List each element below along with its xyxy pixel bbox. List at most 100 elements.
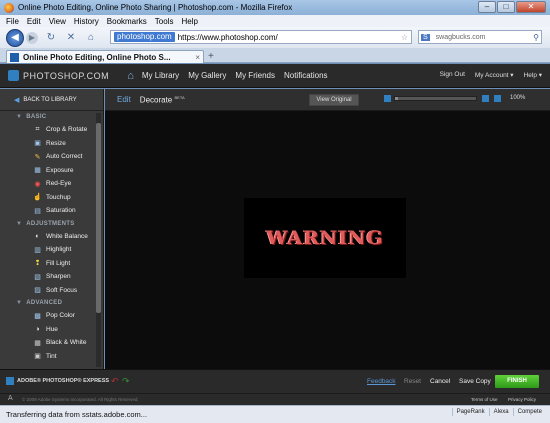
tab-decorate[interactable]: Decorate BETA [140, 95, 185, 105]
app-header: PHOTOSHOP.COM ⌂ My Library My Gallery My… [0, 64, 550, 88]
tool-saturation[interactable]: ▤ Saturation [0, 204, 103, 218]
tool-black-white[interactable]: ▦ Black & White [0, 336, 103, 350]
tool-label: White Balance [46, 232, 88, 240]
sidebar-scrollbar[interactable] [96, 113, 101, 367]
tool-auto-correct[interactable]: ✎ Auto Correct [0, 150, 103, 164]
alexa-addon[interactable]: Alexa [488, 408, 513, 416]
nav-my-gallery[interactable]: My Gallery [188, 71, 226, 80]
forward-button[interactable]: ▶ [26, 31, 38, 44]
url-bar[interactable]: photoshop.com https://www.photoshop.com/… [110, 30, 412, 44]
compete-addon[interactable]: Compete [512, 408, 546, 416]
home-icon[interactable]: ⌂ [127, 70, 134, 82]
menu-file[interactable]: File [6, 17, 19, 26]
tool-red-eye[interactable]: ◉ Red-Eye [0, 177, 103, 191]
close-button[interactable]: ✕ [516, 1, 546, 13]
section-header-adjustments[interactable]: ▼ ADJUSTMENTS [0, 218, 103, 230]
bookmark-star-icon[interactable]: ☆ [401, 33, 408, 42]
pagerank-addon[interactable]: PageRank [451, 408, 489, 416]
terms-link[interactable]: Terms of Use [471, 397, 498, 402]
redo-icon[interactable]: ↷ [122, 376, 130, 387]
photoshop-logo-icon [8, 70, 19, 81]
view-original-button[interactable]: View Original [309, 94, 359, 106]
tab-edit[interactable]: Edit [117, 95, 131, 104]
maximize-button[interactable]: □ [497, 1, 515, 13]
tool-label: Hue [46, 325, 58, 333]
browser-tab[interactable]: Online Photo Editing, Online Photo S... … [6, 50, 204, 63]
tool-highlight[interactable]: ▥ Highlight [0, 243, 103, 257]
tool-soft-focus[interactable]: ▨ Soft Focus [0, 284, 103, 298]
status-bar: Transferring data from sstats.adobe.com.… [0, 405, 550, 423]
menu-history[interactable]: History [74, 17, 99, 26]
tab-strip: Online Photo Editing, Online Photo S... … [0, 48, 550, 63]
tool-hue[interactable]: ◑ Hue [0, 323, 103, 337]
back-to-library-button[interactable]: ◀ BACK TO LIBRARY [0, 89, 103, 111]
back-button[interactable]: ◀ [6, 28, 24, 47]
tab-close-icon[interactable]: × [195, 53, 200, 62]
photo-image[interactable]: WARNING [244, 198, 406, 278]
photo-canvas[interactable]: WARNING [105, 111, 550, 369]
tool-sharpen[interactable]: ▧ Sharpen [0, 270, 103, 284]
menu-help[interactable]: Help [181, 17, 197, 26]
saturation-icon: ▤ [34, 207, 41, 215]
zoom-fit-icon[interactable] [494, 95, 501, 102]
site-identity[interactable]: photoshop.com [114, 32, 175, 42]
tool-label: Saturation [46, 207, 76, 215]
new-tab-icon[interactable]: + [208, 51, 214, 62]
tool-exposure[interactable]: ▦ Exposure [0, 164, 103, 178]
touchup-icon: ☝ [33, 194, 42, 202]
zoom-level: 100% [510, 95, 526, 101]
tool-white-balance[interactable]: ◐ White Balance [0, 230, 103, 244]
save-copy-button[interactable]: Save Copy [459, 378, 491, 385]
fill-light-icon: ❢ [34, 260, 41, 268]
section-header-basic[interactable]: ▼ BASIC [0, 111, 103, 123]
zoom-out-icon[interactable] [384, 95, 391, 102]
stop-icon[interactable]: ✕ [64, 32, 78, 43]
white-balance-icon: ◐ [35, 232, 40, 240]
section-header-advanced[interactable]: ▼ ADVANCED [0, 297, 103, 309]
cancel-button[interactable]: Cancel [430, 378, 450, 385]
search-placeholder: swagbucks.com [435, 33, 486, 41]
menu-edit[interactable]: Edit [27, 17, 41, 26]
editor-action-bar: ADOBE® PHOTOSHOP® EXPRESS ↶ ↷ Feedback R… [0, 369, 550, 393]
tool-label: Sharpen [46, 273, 71, 281]
tool-pop-color[interactable]: ▩ Pop Color [0, 309, 103, 323]
search-engine-icon[interactable]: S [421, 33, 430, 41]
tool-touchup[interactable]: ☝ Touchup [0, 191, 103, 205]
logo-text: PHOTOSHOP.COM [23, 70, 110, 81]
tool-label: Fill Light [46, 259, 71, 267]
reset-button[interactable]: Reset [404, 378, 421, 385]
menu-tools[interactable]: Tools [155, 17, 174, 26]
tool-fill-light[interactable]: ❢ Fill Light [0, 257, 103, 271]
undo-icon[interactable]: ↶ [111, 376, 119, 387]
soft-focus-icon: ▨ [34, 287, 41, 295]
zoom-in-icon[interactable] [482, 95, 489, 102]
scrollbar-thumb[interactable] [96, 123, 101, 313]
search-icon[interactable]: ⚲ [533, 33, 539, 42]
tool-tint[interactable]: ▣ Tint [0, 350, 103, 364]
menu-bookmarks[interactable]: Bookmarks [107, 17, 147, 26]
home-icon[interactable]: ⌂ [84, 32, 98, 43]
tool-crop-rotate[interactable]: ⌗ Crop & Rotate [0, 123, 103, 137]
privacy-link[interactable]: Privacy Policy [508, 397, 536, 402]
photoshop-logo[interactable]: PHOTOSHOP.COM [8, 70, 109, 81]
nav-notifications[interactable]: Notifications [284, 71, 328, 80]
black-white-icon: ▦ [34, 339, 41, 347]
help-menu[interactable]: Help ▾ [524, 71, 542, 79]
reload-icon[interactable]: ↻ [44, 32, 58, 43]
my-account-menu[interactable]: My Account ▾ [475, 71, 514, 79]
red-eye-icon: ◉ [34, 180, 41, 188]
collapse-triangle-icon: ▼ [16, 300, 23, 306]
minimize-button[interactable]: – [478, 1, 496, 13]
feedback-link[interactable]: Feedback [367, 378, 396, 385]
sign-out-link[interactable]: Sign Out [440, 71, 465, 79]
tool-label: Highlight [46, 246, 72, 254]
nav-my-library[interactable]: My Library [142, 71, 179, 80]
menu-view[interactable]: View [49, 17, 66, 26]
nav-my-friends[interactable]: My Friends [235, 71, 275, 80]
tool-resize[interactable]: ▣ Resize [0, 137, 103, 151]
finish-button[interactable]: FINISH [495, 375, 539, 388]
tool-label: Black & White [46, 339, 87, 347]
search-bar[interactable]: S swagbucks.com ⚲ [418, 30, 542, 44]
zoom-slider[interactable] [394, 96, 477, 101]
highlight-icon: ▥ [34, 246, 41, 254]
